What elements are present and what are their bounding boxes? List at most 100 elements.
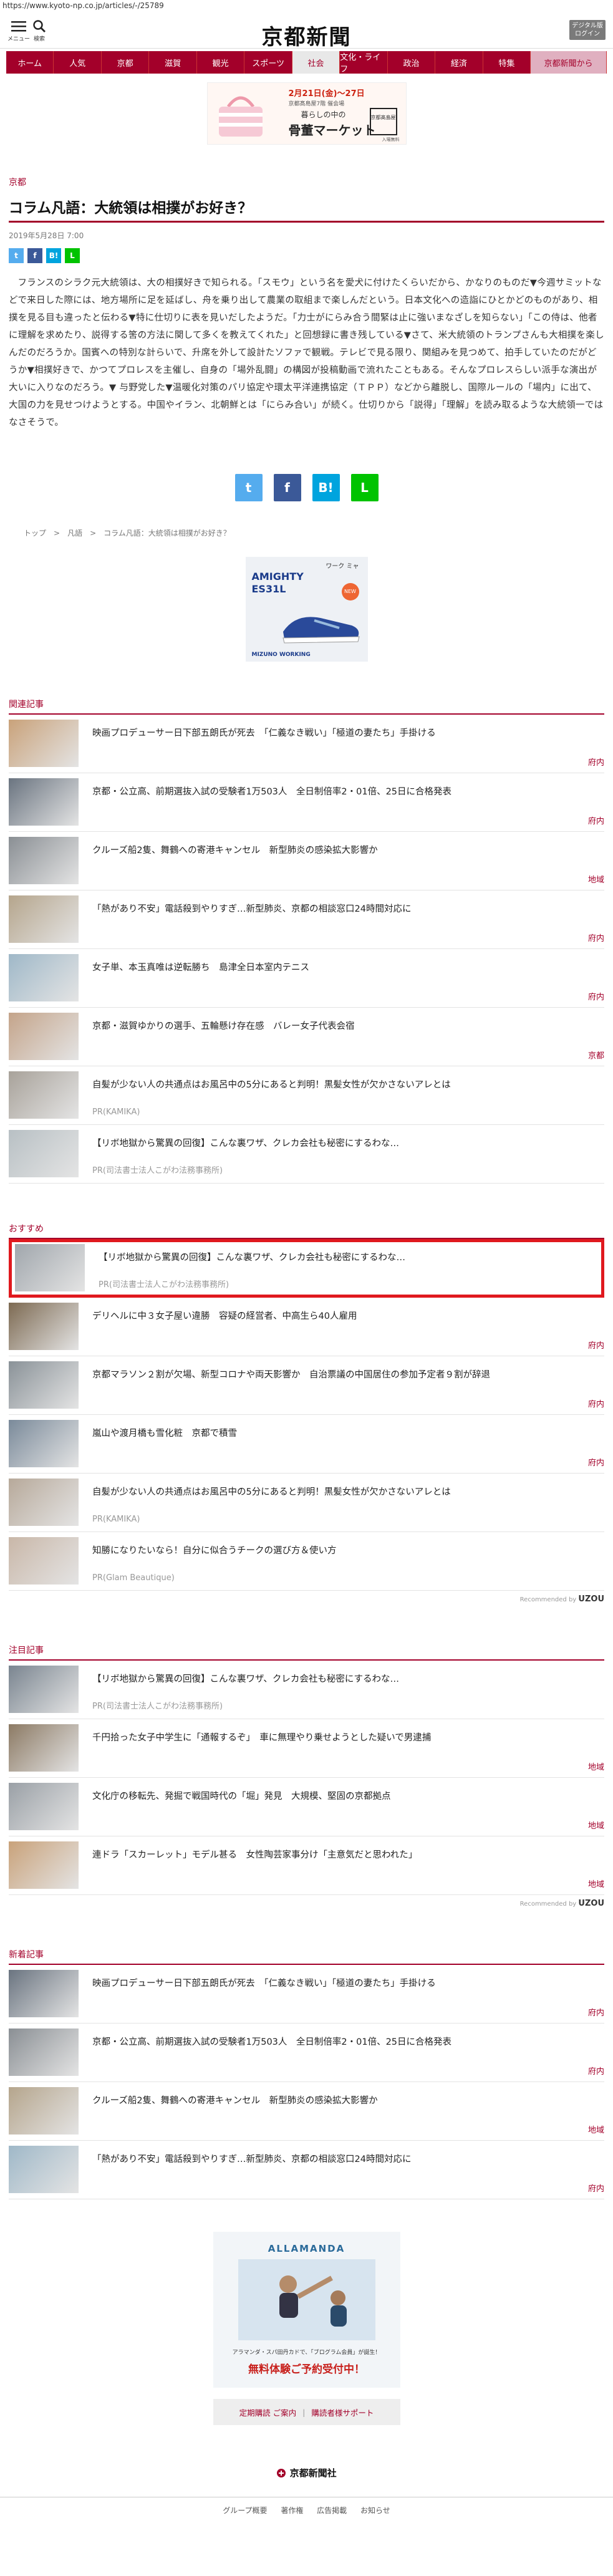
article-thumbnail[interactable]: [9, 837, 79, 884]
article-region-tag[interactable]: 府内: [588, 932, 604, 943]
article-link-title[interactable]: 嵐山や渡月橋も雪化粧 京都で積雪: [79, 1415, 604, 1473]
nav-item[interactable]: スポーツ: [244, 51, 292, 74]
nav-item[interactable]: 経済: [435, 51, 483, 74]
hatena-share-button[interactable]: B!: [312, 474, 340, 501]
article-thumbnail[interactable]: [9, 1303, 79, 1350]
list-item[interactable]: 連ドラ「スカーレット」モデル甚る 女性陶芸家事分け「主意気だと思われた」 地域: [9, 1836, 604, 1895]
list-item[interactable]: 千円拾った女子中学生に「通報するぞ」 車に無理やり乗せようとした疑いで男逮捕 地域: [9, 1719, 604, 1778]
article-region-tag[interactable]: 府内: [588, 1456, 604, 1468]
list-item[interactable]: 【リボ地獄から驚異の回復】こんな裏ワザ、クレカ会社も秘密にするわな… PR(司法書…: [9, 1125, 604, 1184]
article-region-tag[interactable]: 府内: [588, 990, 604, 1002]
article-thumbnail[interactable]: [9, 1420, 79, 1467]
article-thumbnail[interactable]: [9, 1666, 79, 1713]
article-region-tag[interactable]: 地域: [588, 1878, 604, 1889]
nav-item[interactable]: 社会: [292, 51, 340, 74]
hatena-share-button[interactable]: B!: [46, 248, 61, 263]
line-share-button[interactable]: L: [65, 248, 80, 263]
article-thumbnail[interactable]: [9, 1479, 79, 1526]
article-thumbnail[interactable]: [9, 720, 79, 767]
site-logo[interactable]: 京都新聞: [249, 20, 364, 51]
list-item[interactable]: 京都・公立高、前期選抜入試の受験者1万503人 全日制倍率2・01倍、25日に合…: [9, 773, 604, 832]
list-item[interactable]: 【リボ地獄から驚異の回復】こんな裏ワザ、クレカ会社も秘密にするわな… PR(司法書…: [9, 1239, 604, 1298]
article-region-tag[interactable]: 府内: [588, 2065, 604, 2077]
article-region-tag[interactable]: 府内: [588, 2182, 604, 2194]
article-thumbnail[interactable]: [9, 1970, 79, 2017]
article-thumbnail[interactable]: [9, 1724, 79, 1772]
twitter-share-button[interactable]: t: [234, 474, 263, 501]
article-thumbnail[interactable]: [9, 1013, 79, 1060]
article-link-title[interactable]: 京都・公立高、前期選抜入試の受験者1万503人 全日制倍率2・01倍、25日に合…: [79, 773, 604, 831]
article-thumbnail[interactable]: [9, 1361, 79, 1409]
article-link-title[interactable]: クルーズ船2隻、舞鶴への寄港キャンセル 新型肺炎の感染拡大影響か: [79, 832, 604, 890]
footer-link-copyright[interactable]: 著作権: [281, 2506, 303, 2515]
nav-item[interactable]: 京都: [101, 51, 150, 74]
article-thumbnail[interactable]: [9, 954, 79, 1001]
facebook-share-button[interactable]: f: [27, 248, 42, 263]
article-region-tag[interactable]: 地域: [588, 1819, 604, 1831]
nav-item[interactable]: 滋賀: [149, 51, 197, 74]
footer-link-ads[interactable]: 広告掲載: [317, 2506, 347, 2515]
menu-button[interactable]: メニュー: [7, 20, 30, 42]
article-link-title[interactable]: 映画プロデューサー日下部五朗氏が死去 「仁義なき戦い」「極道の妻たち」手掛ける: [79, 715, 604, 773]
list-item[interactable]: 文化庁の移転先、発掘で戦国時代の「堀」発見 大規模、堅固の京都拠点 地域: [9, 1778, 604, 1836]
article-link-title[interactable]: 文化庁の移転先、発掘で戦国時代の「堀」発見 大規模、堅固の京都拠点: [79, 1778, 604, 1836]
list-item[interactable]: 「熱があり不安」電話殺到やりすぎ…新型肺炎、京都の相談窓口24時間対応に 府内: [9, 2141, 604, 2199]
article-link-title[interactable]: 京都・公立高、前期選抜入試の受験者1万503人 全日制倍率2・01倍、25日に合…: [79, 2024, 604, 2082]
list-item[interactable]: 映画プロデューサー日下部五朗氏が死去 「仁義なき戦い」「極道の妻たち」手掛ける府…: [9, 1965, 604, 2024]
article-thumbnail[interactable]: [9, 2028, 79, 2076]
article-thumbnail[interactable]: [9, 778, 79, 826]
nav-item[interactable]: 京都新聞から: [531, 51, 607, 74]
article-link-title[interactable]: クルーズ船2隻、舞鶴への寄港キャンセル 新型肺炎の感染拡大影響か: [79, 2082, 604, 2140]
article-region-tag[interactable]: 地域: [588, 1760, 604, 1772]
digital-login-button[interactable]: デジタル版 ログイン: [569, 20, 606, 40]
shoe-ad[interactable]: ワーク ミャ AMIGHTY ES31L NEW MIZUNO WORKING: [245, 557, 368, 662]
list-item[interactable]: デリヘルに中３女子屋い違勝 容疑の経営者、中高生ら40人雇用 府内: [9, 1298, 604, 1356]
list-item[interactable]: 女子単、本玉真唯は逆転勝ち 島津全日本室内テニス 府内: [9, 949, 604, 1008]
nav-item[interactable]: 政治: [387, 51, 436, 74]
article-thumbnail[interactable]: [9, 1841, 79, 1889]
list-item[interactable]: 知勝になりたいなら！自分に似合うチークの選び方＆使い方 PR(Glam Beaut…: [9, 1532, 604, 1591]
article-link-title[interactable]: 映画プロデューサー日下部五朗氏が死去 「仁義なき戦い」「極道の妻たち」手掛ける: [79, 1965, 604, 2023]
footer-link-news[interactable]: お知らせ: [360, 2506, 390, 2515]
article-link-title[interactable]: 京都・滋賀ゆかりの選手、五輪懸け存在感 バレー女子代表会宿: [79, 1008, 604, 1066]
article-region-tag[interactable]: 府内: [588, 1339, 604, 1351]
facebook-share-button[interactable]: f: [273, 474, 301, 501]
support-link[interactable]: 購読者様サポート: [311, 2406, 374, 2418]
article-thumbnail[interactable]: [9, 1537, 79, 1585]
article-link-title[interactable]: 自髪が少ない人の共通点はお風呂中の5分にあると判明！黒髪女性が欠かさないアレとは: [79, 1474, 604, 1532]
article-link-title[interactable]: 千円拾った女子中学生に「通報するぞ」 車に無理やり乗せようとした疑いで男逮捕: [79, 1719, 604, 1777]
breadcrumb-column[interactable]: 凡語: [67, 529, 82, 538]
nav-item[interactable]: ホーム: [6, 51, 54, 74]
article-thumbnail[interactable]: [9, 2087, 79, 2135]
list-item[interactable]: クルーズ船2隻、舞鶴への寄港キャンセル 新型肺炎の感染拡大影響か 地域: [9, 832, 604, 890]
article-thumbnail[interactable]: [9, 1130, 79, 1177]
article-thumbnail[interactable]: [9, 2146, 79, 2193]
list-item[interactable]: クルーズ船2隻、舞鶴への寄港キャンセル 新型肺炎の感染拡大影響か 地域: [9, 2082, 604, 2141]
subscribe-link[interactable]: 定期購読 ご案内: [239, 2406, 296, 2418]
article-link-title[interactable]: 女子単、本玉真唯は逆転勝ち 島津全日本室内テニス: [79, 949, 604, 1007]
article-thumbnail[interactable]: [9, 1071, 79, 1119]
breadcrumb-top[interactable]: トップ: [24, 529, 46, 538]
list-item[interactable]: 京都・公立高、前期選抜入試の受験者1万503人 全日制倍率2・01倍、25日に合…: [9, 2024, 604, 2082]
nav-item[interactable]: 特集: [483, 51, 531, 74]
article-category[interactable]: 京都: [9, 176, 604, 188]
list-item[interactable]: 自髪が少ない人の共通点はお風呂中の5分にあると判明！黒髪女性が欠かさないアレとは…: [9, 1474, 604, 1532]
article-region-tag[interactable]: 府内: [588, 1397, 604, 1409]
article-region-tag[interactable]: 府内: [588, 756, 604, 768]
article-link-title[interactable]: デリヘルに中３女子屋い違勝 容疑の経営者、中高生ら40人雇用: [79, 1298, 604, 1356]
list-item[interactable]: 映画プロデューサー日下部五朗氏が死去 「仁義なき戦い」「極道の妻たち」手掛ける府…: [9, 715, 604, 773]
article-thumbnail[interactable]: [9, 895, 79, 943]
article-link-title[interactable]: 京都マラソン２割が欠場、新型コロナや両天影響か 自治票議の中国居住の参加予定者９…: [79, 1356, 604, 1414]
footer-link-group[interactable]: グループ概要: [223, 2506, 267, 2515]
nav-item[interactable]: 観光: [196, 51, 245, 74]
fitness-ad[interactable]: ALLAMANDA アラマンダ・スパ田丹カドで、「ブログラム会員」が誕生！ 無料…: [213, 2232, 400, 2388]
article-region-tag[interactable]: 地域: [588, 873, 604, 885]
footer-logo[interactable]: 京都新聞社: [0, 2466, 613, 2479]
article-link-title[interactable]: 「熱があり不安」電話殺到やりすぎ…新型肺炎、京都の相談窓口24時間対応に: [79, 2141, 604, 2199]
list-item[interactable]: 自髪が少ない人の共通点はお風呂中の5分にあると判明！黒髪女性が欠かさないアレとは…: [9, 1066, 604, 1125]
article-thumbnail[interactable]: [9, 1783, 79, 1830]
search-button[interactable]: 検索: [32, 20, 46, 42]
top-banner-ad[interactable]: 2月21日(金)～27日 京都髙島屋7階 催会場 暮らしの中の 骨董マーケット …: [206, 82, 407, 145]
line-share-button[interactable]: L: [350, 474, 379, 501]
article-link-title[interactable]: 自髪が少ない人の共通点はお風呂中の5分にあると判明！黒髪女性が欠かさないアレとは: [79, 1066, 604, 1124]
